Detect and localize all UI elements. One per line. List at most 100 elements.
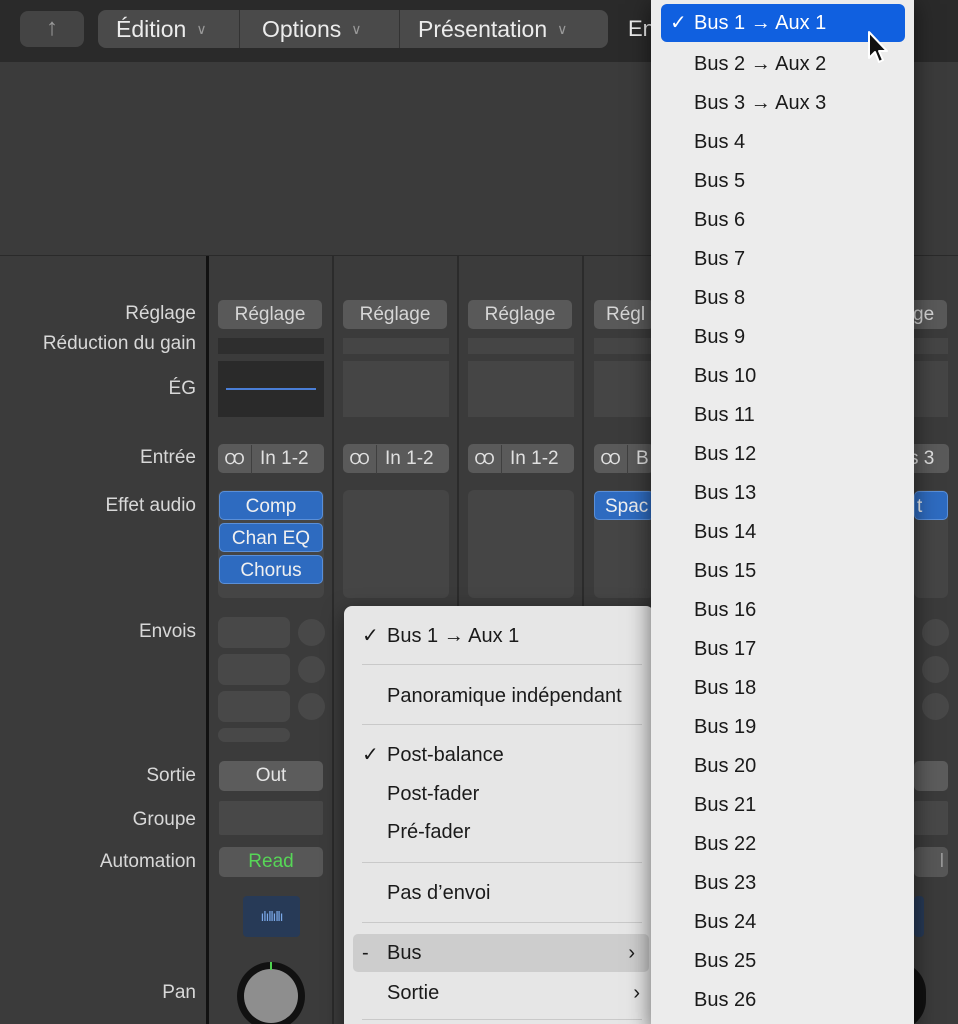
plugin-chorus[interactable]: Chorus	[219, 555, 323, 584]
strip-divider	[332, 256, 334, 1024]
bus-item[interactable]: Bus 9	[651, 318, 914, 357]
bus-item[interactable]: Bus 12	[651, 435, 914, 474]
input-label: In 1-2	[510, 448, 559, 469]
menu-options[interactable]: Options ∨	[240, 10, 400, 48]
bus-item[interactable]: Bus 8	[651, 279, 914, 318]
menu-item-bus[interactable]: - Bus ›	[353, 934, 649, 972]
bus-item[interactable]: Bus 13	[651, 474, 914, 513]
input-button[interactable]: ꝎB	[594, 444, 654, 474]
bus-item[interactable]: Bus 23	[651, 864, 914, 903]
group-slot[interactable]	[914, 801, 948, 835]
menu-item-post-fader[interactable]: Post-fader	[344, 776, 654, 812]
link-icon: Ꝏ	[218, 445, 252, 474]
eq-thumbnail[interactable]	[468, 361, 574, 417]
eq-curve	[226, 388, 316, 390]
link-icon: Ꝏ	[343, 445, 377, 474]
menu-item-label: Bus	[387, 942, 422, 964]
input-button[interactable]: Ꝏ In 1-2	[218, 444, 324, 474]
bus-item[interactable]: Bus 26	[651, 981, 914, 1020]
chevron-right-icon: ›	[628, 942, 635, 964]
bus-item[interactable]: Bus 22	[651, 825, 914, 864]
bus-item[interactable]: Bus 3 → Aux 3	[651, 84, 914, 123]
audio-fx-slot-area[interactable]	[343, 490, 449, 598]
label-gain-reduction: Réduction du gain	[42, 333, 196, 354]
send-slot[interactable]	[218, 654, 290, 685]
waveform-icon[interactable]: ılıllıllı	[243, 896, 300, 937]
menu-item-no-send[interactable]: Pas d’envoi	[344, 875, 654, 911]
setting-button[interactable]: Régl	[594, 300, 654, 329]
send-level-knob[interactable]	[922, 619, 949, 646]
send-level-knob[interactable]	[298, 693, 325, 720]
plugin-partial[interactable]: t	[914, 491, 948, 520]
bus-item[interactable]: Bus 5	[651, 162, 914, 201]
send-slot[interactable]	[218, 617, 290, 648]
label-audio-fx: Effet audio	[105, 495, 196, 516]
waveform-icon[interactable]	[914, 896, 924, 937]
eq-thumbnail[interactable]	[914, 361, 948, 417]
bus-item[interactable]: Bus 19	[651, 708, 914, 747]
bus-item[interactable]: Bus 17	[651, 630, 914, 669]
chevron-down-icon: ∨	[351, 20, 362, 37]
menu-presentation[interactable]: Présentation ∨	[400, 10, 608, 48]
send-slot[interactable]	[218, 691, 290, 722]
input-button[interactable]: Ꝏ In 1-2	[468, 444, 574, 474]
pan-indicator	[270, 962, 272, 970]
up-arrow-button[interactable]: ↑	[20, 11, 84, 47]
bus-item-label: Bus 1 → Aux 1	[694, 12, 827, 34]
audio-fx-slot-area[interactable]	[468, 490, 574, 598]
bus-item[interactable]: Bus 18	[651, 669, 914, 708]
send-level-knob[interactable]	[922, 693, 949, 720]
link-icon: Ꝏ	[594, 445, 628, 474]
input-label: In 1-2	[260, 448, 309, 469]
bus-item[interactable]: Bus 25	[651, 942, 914, 981]
bus-item[interactable]: Bus 24	[651, 903, 914, 942]
setting-button[interactable]: Réglage	[343, 300, 447, 329]
link-icon: Ꝏ	[468, 445, 502, 474]
send-level-knob[interactable]	[298, 656, 325, 683]
menu-item-pre-fader[interactable]: Pré-fader	[344, 814, 654, 850]
menu-options-label: Options	[262, 15, 342, 42]
menu-item-independent-pan[interactable]: Panoramique indépendant	[344, 678, 654, 714]
send-level-knob[interactable]	[298, 619, 325, 646]
send-level-knob[interactable]	[922, 656, 949, 683]
plugin-space[interactable]: Spac	[594, 491, 654, 520]
plugin-chan-eq[interactable]: Chan EQ	[219, 523, 323, 552]
automation-mode-button[interactable]: l	[914, 847, 948, 877]
menu-edition[interactable]: Édition ∨	[98, 10, 240, 48]
plugin-comp[interactable]: Comp	[219, 491, 323, 520]
bus-item[interactable]: Bus 15	[651, 552, 914, 591]
mixed-state-icon: -	[362, 942, 369, 964]
label-eq: ÉG	[168, 378, 196, 399]
bus-item[interactable]: Bus 16	[651, 591, 914, 630]
menu-item-post-pan[interactable]: ✓ Post-balance	[344, 737, 654, 773]
checkmark-icon: ✓	[362, 625, 379, 647]
bus-item[interactable]: Bus 11	[651, 396, 914, 435]
menu-separator	[362, 922, 642, 923]
label-pan: Pan	[162, 982, 196, 1003]
bus-item[interactable]: Bus 7	[651, 240, 914, 279]
bus-item[interactable]: Bus 14	[651, 513, 914, 552]
output-button[interactable]: Out	[219, 761, 323, 791]
input-button[interactable]: Ꝏ In 1-2	[343, 444, 449, 474]
bus-item[interactable]: Bus 20	[651, 747, 914, 786]
menu-item-label: Pas d’envoi	[387, 882, 491, 904]
pan-knob[interactable]	[237, 962, 305, 1024]
group-slot[interactable]	[219, 801, 323, 835]
bus-item[interactable]: Bus 10	[651, 357, 914, 396]
eq-thumbnail[interactable]	[343, 361, 449, 417]
eq-thumbnail[interactable]	[594, 361, 654, 417]
automation-mode-button[interactable]: Read	[219, 847, 323, 877]
bus-item[interactable]: Bus 6	[651, 201, 914, 240]
setting-button[interactable]: Réglage	[218, 300, 322, 329]
bus-item[interactable]: Bus 4	[651, 123, 914, 162]
send-slot[interactable]	[218, 728, 290, 742]
label-output: Sortie	[146, 765, 196, 786]
label-automation: Automation	[99, 851, 196, 872]
bus-item[interactable]: Bus 21	[651, 786, 914, 825]
output-button[interactable]	[914, 761, 948, 791]
setting-button[interactable]: Réglage	[468, 300, 572, 329]
menu-item-output[interactable]: Sortie ›	[344, 975, 654, 1011]
input-label: In 1-2	[385, 448, 434, 469]
eq-thumbnail[interactable]	[218, 361, 324, 417]
menu-item-bus1-aux1[interactable]: ✓ Bus 1 → Aux 1	[344, 618, 654, 654]
